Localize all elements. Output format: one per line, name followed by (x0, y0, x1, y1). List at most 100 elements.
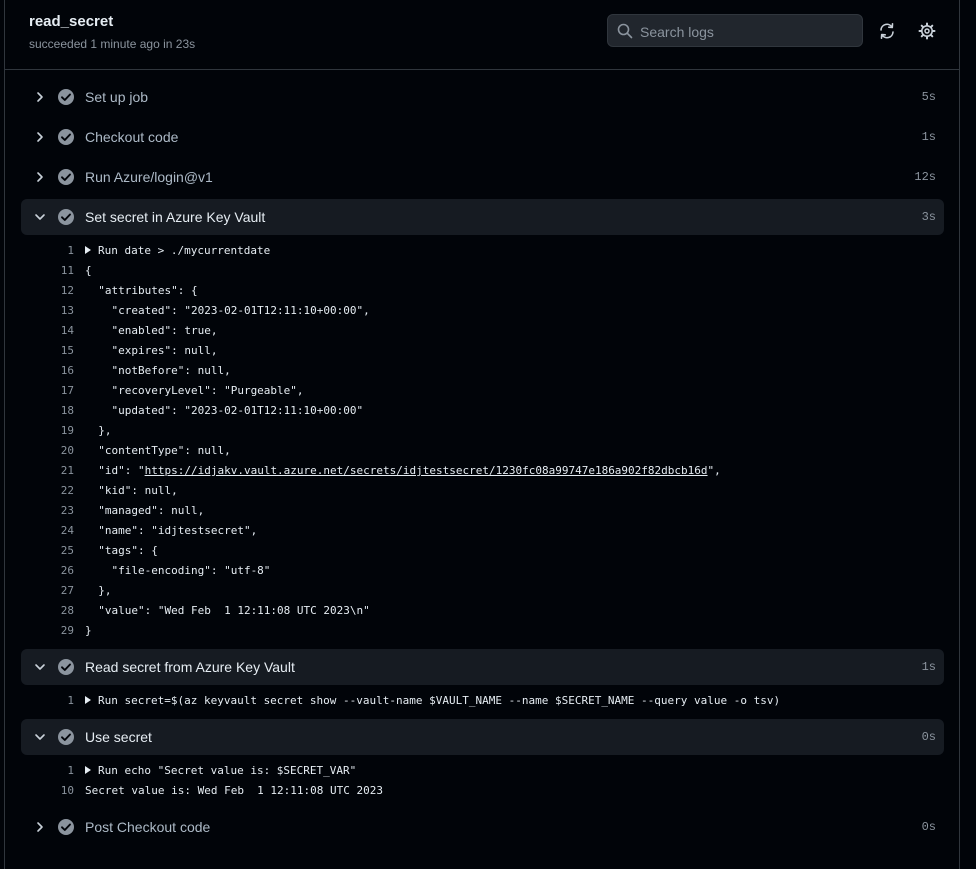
line-number[interactable]: 1 (21, 691, 74, 711)
line-number[interactable]: 20 (21, 441, 74, 461)
log-text-content: }, (85, 584, 112, 597)
log-line: 19 }, (21, 421, 944, 441)
log-text: "kid": null, (85, 481, 178, 501)
chevron-right-icon[interactable] (33, 170, 47, 189)
check-circle-icon (57, 88, 75, 111)
refresh-button[interactable] (878, 22, 896, 40)
log-text: "file-encoding": "utf-8" (85, 561, 270, 581)
line-number[interactable]: 10 (21, 781, 74, 801)
log-text-content: "file-encoding": "utf-8" (85, 564, 271, 577)
log-line: 1 Run echo "Secret value is: $SECRET_VAR" (21, 761, 944, 781)
step-duration: 1s (921, 660, 936, 674)
log-text-content: "id": " (85, 464, 145, 477)
check-circle-icon (57, 728, 75, 751)
line-number[interactable]: 24 (21, 521, 74, 541)
line-number[interactable]: 12 (21, 281, 74, 301)
step-header[interactable]: Run Azure/login@v1 12s (21, 159, 944, 195)
log-text-content: { (85, 264, 92, 277)
log-text[interactable]: Run echo "Secret value is: $SECRET_VAR" (85, 761, 356, 781)
log-text-content: "managed": null, (85, 504, 205, 517)
settings-button[interactable] (918, 22, 936, 40)
chevron-right-icon[interactable] (33, 820, 47, 839)
line-number[interactable]: 19 (21, 421, 74, 441)
log-text-content: ", (707, 464, 721, 477)
chevron-right-icon[interactable] (33, 130, 47, 149)
log-text-content: "attributes": { (85, 284, 198, 297)
step-header[interactable]: Post Checkout code 0s (21, 809, 944, 845)
line-number[interactable]: 11 (21, 261, 74, 281)
line-number[interactable]: 27 (21, 581, 74, 601)
line-number[interactable]: 1 (21, 241, 74, 261)
job-title: read_secret (29, 13, 114, 30)
log-text-content: "contentType": null, (85, 444, 231, 457)
step-header[interactable]: Set secret in Azure Key Vault 3s (21, 199, 944, 235)
line-number[interactable]: 28 (21, 601, 74, 621)
chevron-right-icon[interactable] (33, 90, 47, 109)
step-log: 1 Run echo "Secret value is: $SECRET_VAR"… (21, 759, 944, 805)
check-circle-icon (57, 168, 75, 191)
log-text-content: "kid": null, (85, 484, 178, 497)
log-line: 23 "managed": null, (21, 501, 944, 521)
log-text[interactable]: Run date > ./mycurrentdate (85, 241, 270, 261)
log-line: 29} (21, 621, 944, 641)
step-name: Read secret from Azure Key Vault (85, 659, 295, 675)
step-header[interactable]: Set up job 5s (21, 79, 944, 115)
line-number[interactable]: 13 (21, 301, 74, 321)
log-text-content: "tags": { (85, 544, 158, 557)
log-text: "contentType": null, (85, 441, 231, 461)
log-text: "value": "Wed Feb 1 12:11:08 UTC 2023\n" (85, 601, 370, 621)
log-line: 22 "kid": null, (21, 481, 944, 501)
step-header[interactable]: Use secret 0s (21, 719, 944, 755)
gear-icon (918, 22, 936, 40)
log-line: 21 "id": "https://idjakv.vault.azure.net… (21, 461, 944, 481)
chevron-down-icon[interactable] (33, 730, 47, 749)
log-text-content: }, (85, 424, 112, 437)
expand-group-icon[interactable] (85, 246, 91, 254)
log-text: "expires": null, (85, 341, 217, 361)
step-log: 1 Run date > ./mycurrentdate 11 {12 "attrib… (21, 239, 944, 645)
log-text: "managed": null, (85, 501, 204, 521)
step-duration: 0s (921, 730, 936, 744)
line-number[interactable]: 17 (21, 381, 74, 401)
line-number[interactable]: 14 (21, 321, 74, 341)
job-status: succeeded 1 minute ago in 23s (29, 37, 196, 51)
expand-group-icon[interactable] (85, 696, 91, 704)
line-number[interactable]: 26 (21, 561, 74, 581)
line-number[interactable]: 15 (21, 341, 74, 361)
log-text-content: Run echo "Secret value is: $SECRET_VAR" (98, 764, 357, 777)
log-text-content: "created": "2023-02-01T12:11:10+00:00", (85, 304, 370, 317)
line-number[interactable]: 1 (21, 761, 74, 781)
step-header[interactable]: Read secret from Azure Key Vault 1s (21, 649, 944, 685)
log-line: 17 "recoveryLevel": "Purgeable", (21, 381, 944, 401)
search-logs-box[interactable] (607, 14, 863, 48)
line-number[interactable]: 25 (21, 541, 74, 561)
log-line: 11 { (21, 261, 944, 281)
log-text: "created": "2023-02-01T12:11:10+00:00", (85, 301, 370, 321)
step-log: 1 Run secret=$(az keyvault secret show --… (21, 689, 944, 715)
log-text: }, (85, 421, 112, 441)
line-number[interactable]: 21 (21, 461, 74, 481)
log-text-content: } (85, 624, 92, 637)
step-header[interactable]: Checkout code 1s (21, 119, 944, 155)
line-number[interactable]: 29 (21, 621, 74, 641)
expand-group-icon[interactable] (85, 766, 91, 774)
check-circle-icon (57, 128, 75, 151)
chevron-down-icon[interactable] (33, 660, 47, 679)
line-number[interactable]: 18 (21, 401, 74, 421)
step-name: Checkout code (85, 129, 179, 145)
log-link[interactable]: https://idjakv.vault.azure.net/secrets/i… (145, 464, 708, 477)
search-logs-input[interactable] (638, 15, 862, 48)
step-name: Set up job (85, 89, 149, 105)
log-line: 16 "notBefore": null, (21, 361, 944, 381)
check-circle-icon (57, 818, 75, 841)
line-number[interactable]: 23 (21, 501, 74, 521)
log-text: "enabled": true, (85, 321, 217, 341)
check-circle-icon (57, 208, 75, 231)
log-text[interactable]: Run secret=$(az keyvault secret show --v… (85, 691, 780, 711)
chevron-down-icon[interactable] (33, 210, 47, 229)
step-duration: 1s (921, 130, 936, 144)
log-text: "tags": { (85, 541, 158, 561)
line-number[interactable]: 22 (21, 481, 74, 501)
log-text: "notBefore": null, (85, 361, 230, 381)
line-number[interactable]: 16 (21, 361, 74, 381)
